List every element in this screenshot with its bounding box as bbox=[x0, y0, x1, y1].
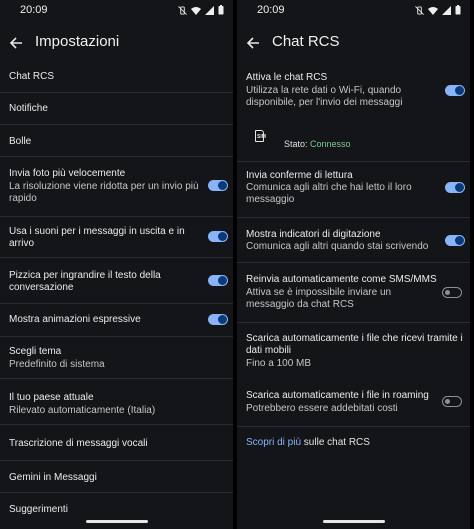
signal-icon bbox=[205, 5, 214, 15]
wifi-icon bbox=[428, 6, 438, 15]
resend-sms-description: messaggio da chat RCS bbox=[246, 299, 354, 310]
settings-item-chat-rcs[interactable]: Chat RCS bbox=[0, 62, 233, 93]
status-bar: 20:09 bbox=[0, 0, 233, 20]
app-bar: Impostazioni bbox=[0, 28, 233, 58]
settings-item-description: rapido bbox=[9, 193, 37, 204]
resend-sms-label: Reinvia automaticamente come SMS/MMS bbox=[246, 274, 437, 285]
rcs-enable-item[interactable]: Attiva le chat RCS Utilizza la rete dati… bbox=[237, 64, 470, 120]
read-receipts-label: Invia conferme di lettura bbox=[246, 170, 353, 181]
settings-item-label: Mostra animazioni espressive bbox=[9, 314, 141, 325]
settings-item-label: Trascrizione di messaggi vocali bbox=[9, 438, 148, 449]
chat-rcs-screen: 20:09 Chat RCS Attiva le chat RCS Utiliz… bbox=[237, 0, 470, 529]
typing-indicators-toggle[interactable] bbox=[445, 235, 465, 246]
settings-item-label: Chat RCS bbox=[9, 71, 55, 82]
roaming-download-description: Potrebbero essere addebitati costi bbox=[246, 403, 398, 414]
status-icons bbox=[415, 5, 461, 15]
typing-indicators-label: Mostra indicatori di digitazione bbox=[246, 229, 381, 240]
gesture-nav-bar[interactable] bbox=[85, 520, 148, 523]
learn-more-link[interactable]: Scopri di più bbox=[246, 437, 301, 448]
battery-icon bbox=[218, 5, 224, 15]
auto-download-description: Fino a 100 MB bbox=[246, 358, 312, 369]
settings-item-label: Il tuo paese attuale bbox=[9, 392, 94, 403]
status-value: Connesso bbox=[310, 139, 351, 149]
back-arrow-icon[interactable] bbox=[9, 36, 23, 50]
settings-item-trascrizione[interactable]: Trascrizione di messaggi vocali bbox=[0, 425, 233, 461]
app-bar: Chat RCS bbox=[237, 28, 470, 58]
settings-item-suoni[interactable]: Usa i suoni per i messaggi in uscita e i… bbox=[0, 217, 233, 258]
settings-item-label: Usa i suoni per i messaggi in uscita e i… bbox=[9, 226, 185, 237]
battery-icon bbox=[455, 5, 461, 15]
animazioni-toggle[interactable] bbox=[208, 314, 228, 325]
auto-download-label: Scarica automaticamente i file che ricev… bbox=[246, 333, 463, 344]
typing-indicators-item[interactable]: Mostra indicatori di digitazione Comunic… bbox=[237, 218, 470, 263]
rcs-enable-label: Attiva le chat RCS bbox=[246, 72, 328, 83]
roaming-download-label: Scarica automaticamente i file in roamin… bbox=[246, 390, 429, 401]
read-receipts-toggle[interactable] bbox=[445, 182, 465, 193]
settings-item-gemini[interactable]: Gemini in Messaggi bbox=[0, 461, 233, 493]
sim-card-icon: SIM bbox=[255, 130, 266, 142]
roaming-download-toggle[interactable] bbox=[442, 396, 462, 407]
connection-status: Stato: Connesso bbox=[284, 139, 351, 149]
status-time: 20:09 bbox=[257, 4, 285, 16]
signal-icon bbox=[442, 5, 451, 15]
read-receipts-description: messaggio bbox=[246, 194, 295, 205]
settings-item-paese[interactable]: Il tuo paese attuale Rilevato automatica… bbox=[0, 379, 233, 425]
auto-download-item[interactable]: Scarica automaticamente i file che ricev… bbox=[237, 323, 470, 379]
rcs-enable-description: Utilizza la rete dati o Wi-Fi, quando bbox=[246, 85, 402, 96]
resend-sms-toggle[interactable] bbox=[442, 287, 462, 298]
page-title: Chat RCS bbox=[272, 33, 340, 50]
pizzica-toggle[interactable] bbox=[208, 275, 228, 286]
read-receipts-description: Comunica agli altri che hai letto il lor… bbox=[246, 182, 412, 193]
settings-item-bolle[interactable]: Bolle bbox=[0, 125, 233, 157]
settings-item-invia-foto[interactable]: Invia foto più velocemente La risoluzion… bbox=[0, 157, 233, 217]
settings-screen: 20:09 Impostazioni Chat RCS Notifiche Bo… bbox=[0, 0, 233, 529]
settings-item-label: Notifiche bbox=[9, 103, 48, 114]
read-receipts-item[interactable]: Invia conferme di lettura Comunica agli … bbox=[237, 162, 470, 218]
settings-item-suggerimenti[interactable]: Suggerimenti bbox=[0, 493, 233, 529]
rcs-enable-toggle[interactable] bbox=[445, 85, 465, 96]
settings-item-label: Gemini in Messaggi bbox=[9, 472, 97, 483]
vibrate-off-icon bbox=[415, 5, 424, 15]
settings-item-label: Scegli tema bbox=[9, 346, 62, 357]
settings-item-description: Rilevato automaticamente (Italia) bbox=[9, 405, 156, 416]
rcs-enable-description: disponibile, per l'invio dei messaggi bbox=[246, 97, 403, 108]
resend-sms-description: Attiva se è impossibile inviare un bbox=[246, 287, 392, 298]
page-title: Impostazioni bbox=[35, 33, 120, 50]
auto-download-label: dati mobili bbox=[246, 345, 292, 356]
status-label: Stato: bbox=[284, 139, 308, 149]
typing-indicators-description: Comunica agli altri quando stai scrivend… bbox=[246, 241, 429, 252]
status-time: 20:09 bbox=[20, 4, 48, 16]
settings-item-label: conversazione bbox=[9, 282, 74, 293]
settings-item-label: Invia foto più velocemente bbox=[9, 168, 126, 179]
settings-item-description: Predefinito di sistema bbox=[9, 359, 105, 370]
settings-item-description: La risoluzione viene ridotta per un invi… bbox=[9, 181, 199, 192]
settings-item-label: Suggerimenti bbox=[9, 504, 68, 515]
status-icons bbox=[178, 5, 224, 15]
learn-more-text: Scopri di più sulle chat RCS bbox=[246, 437, 370, 448]
vibrate-off-icon bbox=[178, 5, 187, 15]
roaming-download-item[interactable]: Scarica automaticamente i file in roamin… bbox=[237, 379, 470, 427]
settings-item-tema[interactable]: Scegli tema Predefinito di sistema bbox=[0, 337, 233, 379]
status-bar: 20:09 bbox=[237, 0, 470, 20]
settings-item-notifiche[interactable]: Notifiche bbox=[0, 93, 233, 125]
settings-item-label: Bolle bbox=[9, 136, 32, 147]
suoni-toggle[interactable] bbox=[208, 231, 228, 242]
wifi-icon bbox=[191, 6, 201, 15]
back-arrow-icon[interactable] bbox=[246, 36, 260, 50]
settings-item-label: Pizzica per ingrandire il testo della bbox=[9, 270, 161, 281]
resend-sms-item[interactable]: Reinvia automaticamente come SMS/MMS Att… bbox=[237, 263, 470, 323]
settings-item-animazioni[interactable]: Mostra animazioni espressive bbox=[0, 304, 233, 337]
invia-foto-toggle[interactable] bbox=[208, 180, 228, 191]
gesture-nav-bar[interactable] bbox=[322, 520, 385, 523]
settings-item-pizzica[interactable]: Pizzica per ingrandire il testo della co… bbox=[0, 258, 233, 304]
settings-item-label: arrivo bbox=[9, 238, 35, 249]
